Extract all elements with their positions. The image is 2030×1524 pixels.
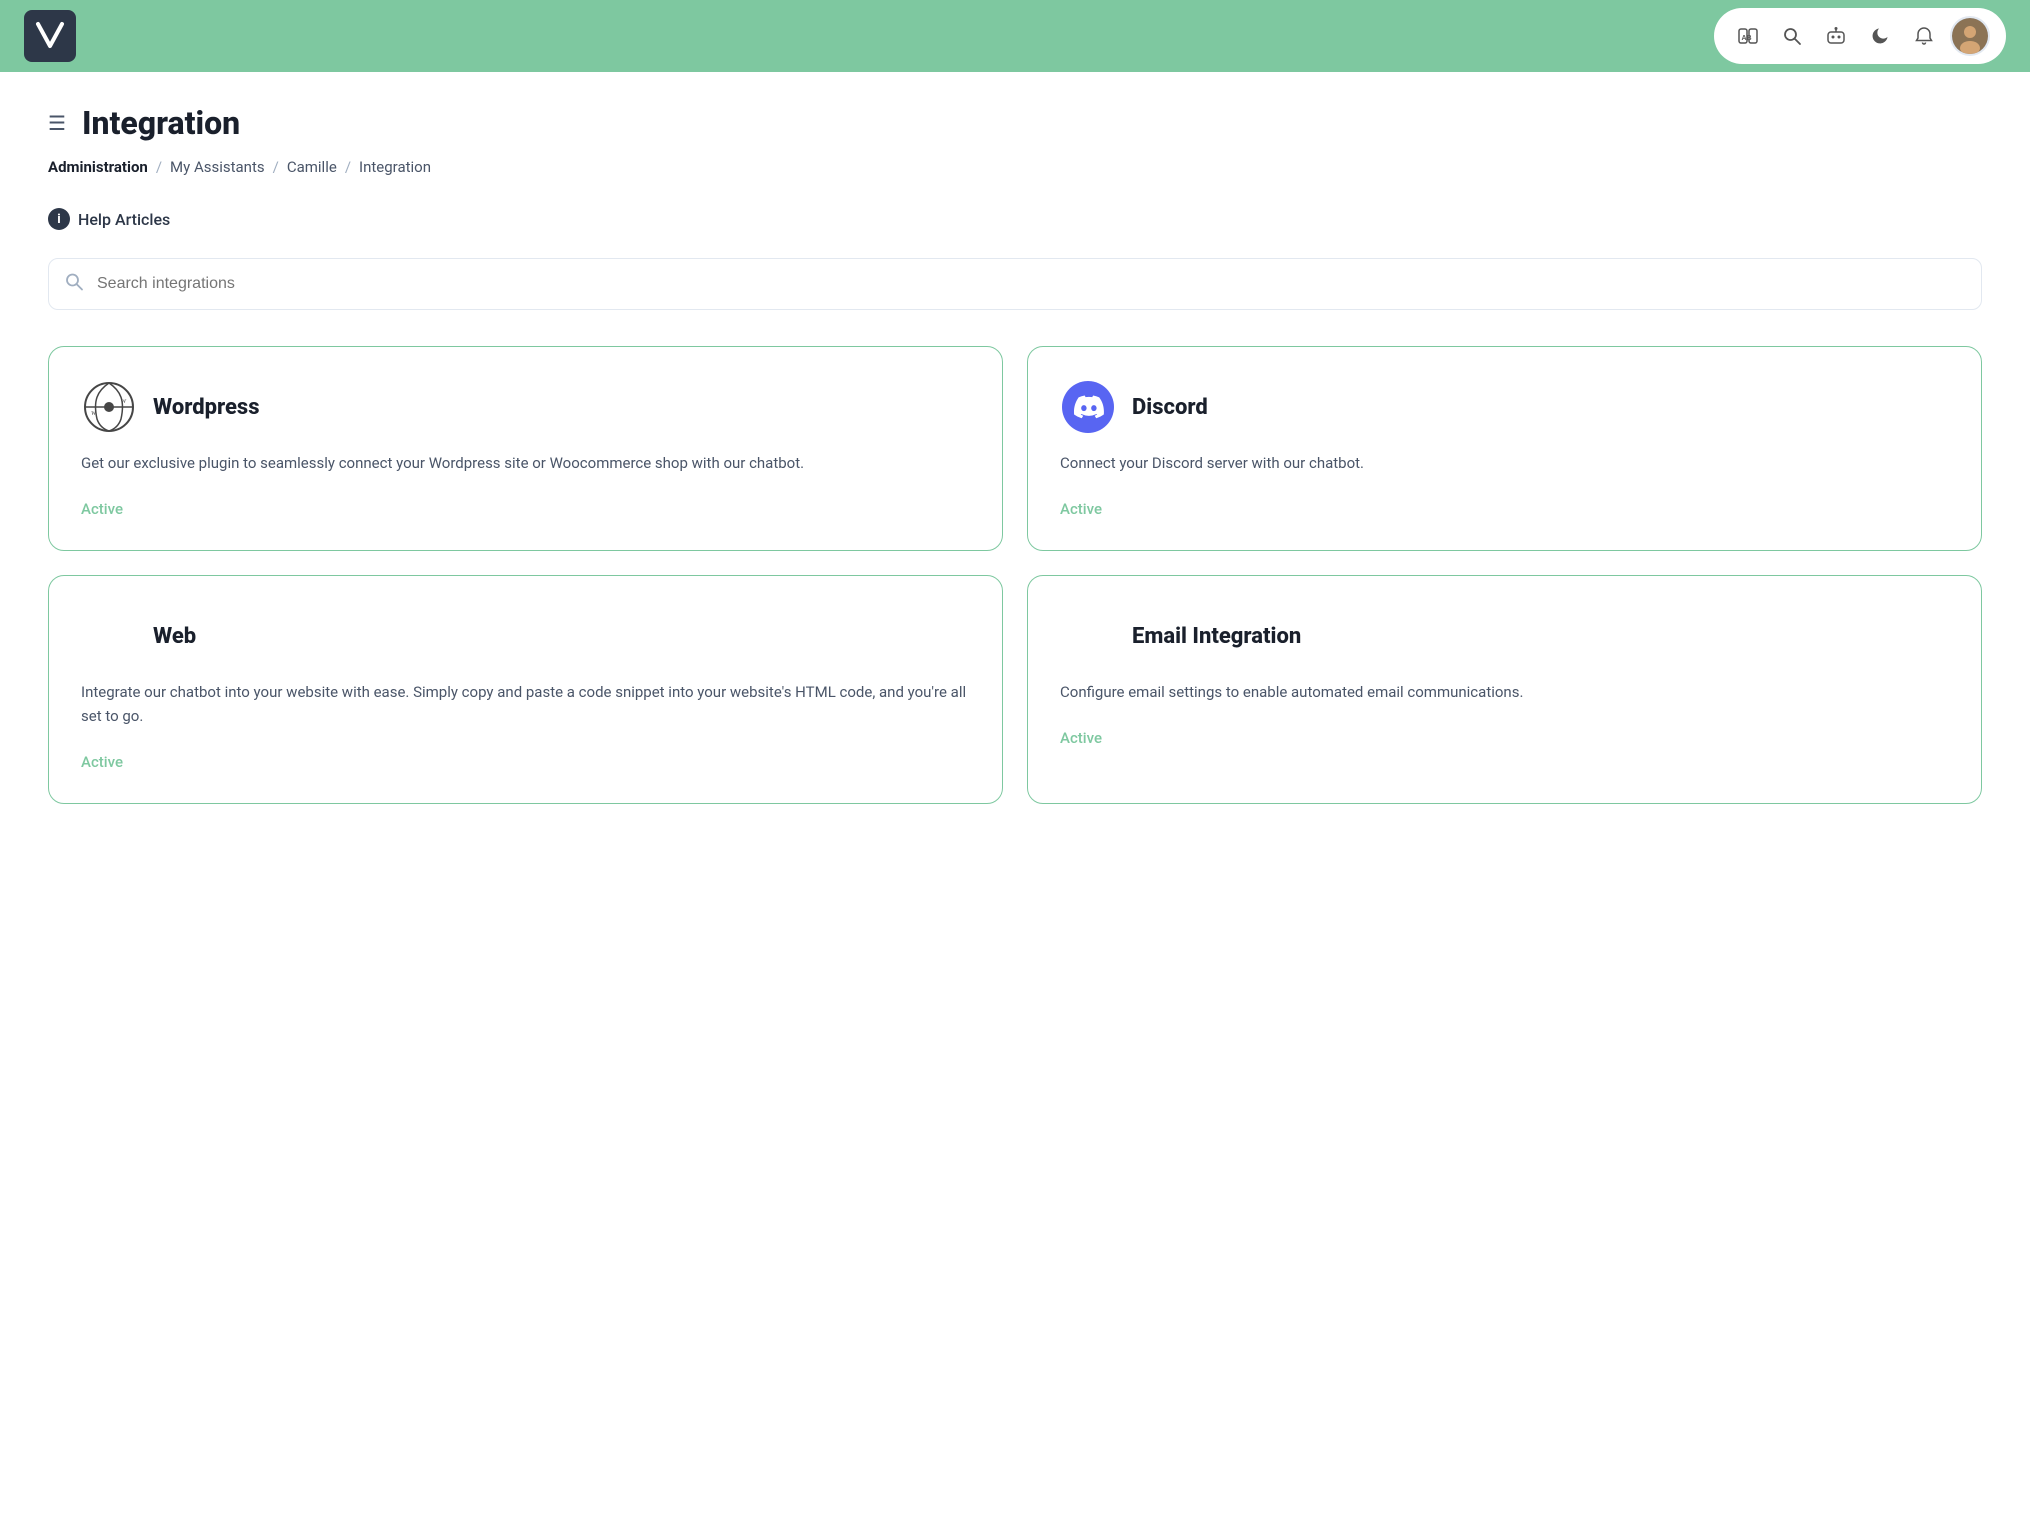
discord-card-header: Discord: [1060, 379, 1949, 435]
search-icon-button[interactable]: [1774, 18, 1810, 54]
notifications-button[interactable]: [1906, 18, 1942, 54]
header: AB: [0, 0, 2030, 72]
wordpress-title: Wordpress: [153, 395, 260, 420]
email-card-header: Email Integration: [1060, 608, 1949, 664]
wordpress-card[interactable]: W W Wordpress Get our exclusive plugin t…: [48, 346, 1003, 551]
breadcrumb-integration[interactable]: Integration: [359, 158, 431, 176]
breadcrumb-my-assistants[interactable]: My Assistants: [170, 158, 265, 176]
breadcrumb-administration[interactable]: Administration: [48, 158, 148, 176]
breadcrumb-camille[interactable]: Camille: [287, 158, 337, 176]
discord-description: Connect your Discord server with our cha…: [1060, 451, 1949, 475]
svg-text:AB: AB: [1742, 35, 1752, 42]
integrations-grid: W W Wordpress Get our exclusive plugin t…: [48, 346, 1982, 804]
web-card[interactable]: Web Integrate our chatbot into your webs…: [48, 575, 1003, 804]
email-logo: [1060, 608, 1116, 664]
page-title: Integration: [82, 104, 240, 142]
breadcrumb-sep-3: /: [345, 158, 351, 176]
email-description: Configure email settings to enable autom…: [1060, 680, 1949, 704]
search-container: [48, 258, 1982, 310]
main-content: ☰ Integration Administration / My Assist…: [0, 72, 2030, 836]
bot-icon-button[interactable]: [1818, 18, 1854, 54]
discord-title: Discord: [1132, 395, 1208, 420]
breadcrumb: Administration / My Assistants / Camille…: [48, 158, 1982, 176]
help-icon: i: [48, 208, 70, 230]
avatar[interactable]: [1950, 16, 1990, 56]
web-status: Active: [81, 753, 123, 771]
header-actions: AB: [1714, 8, 2006, 64]
wordpress-card-header: W W Wordpress: [81, 379, 970, 435]
svg-text:W: W: [121, 399, 127, 405]
discord-logo: [1060, 379, 1116, 435]
logo[interactable]: [24, 10, 76, 62]
email-status: Active: [1060, 729, 1102, 747]
wordpress-description: Get our exclusive plugin to seamlessly c…: [81, 451, 970, 475]
web-logo: [81, 608, 137, 664]
email-card[interactable]: Email Integration Configure email settin…: [1027, 575, 1982, 804]
web-title: Web: [153, 624, 196, 649]
search-icon: [64, 272, 84, 297]
discord-card[interactable]: Discord Connect your Discord server with…: [1027, 346, 1982, 551]
discord-status: Active: [1060, 500, 1102, 518]
wordpress-status: Active: [81, 500, 123, 518]
discord-logo-icon: [1062, 381, 1114, 433]
search-input[interactable]: [48, 258, 1982, 310]
web-card-header: Web: [81, 608, 970, 664]
wordpress-logo: W W: [81, 379, 137, 435]
page-header: ☰ Integration: [48, 104, 1982, 142]
ab-icon-button[interactable]: AB: [1730, 18, 1766, 54]
help-label[interactable]: Help Articles: [78, 210, 170, 229]
web-description: Integrate our chatbot into your website …: [81, 680, 970, 728]
dark-mode-button[interactable]: [1862, 18, 1898, 54]
menu-icon[interactable]: ☰: [48, 111, 66, 135]
help-section: i Help Articles: [48, 208, 1982, 230]
email-title: Email Integration: [1132, 624, 1301, 649]
breadcrumb-sep-2: /: [273, 158, 279, 176]
breadcrumb-sep-1: /: [156, 158, 162, 176]
